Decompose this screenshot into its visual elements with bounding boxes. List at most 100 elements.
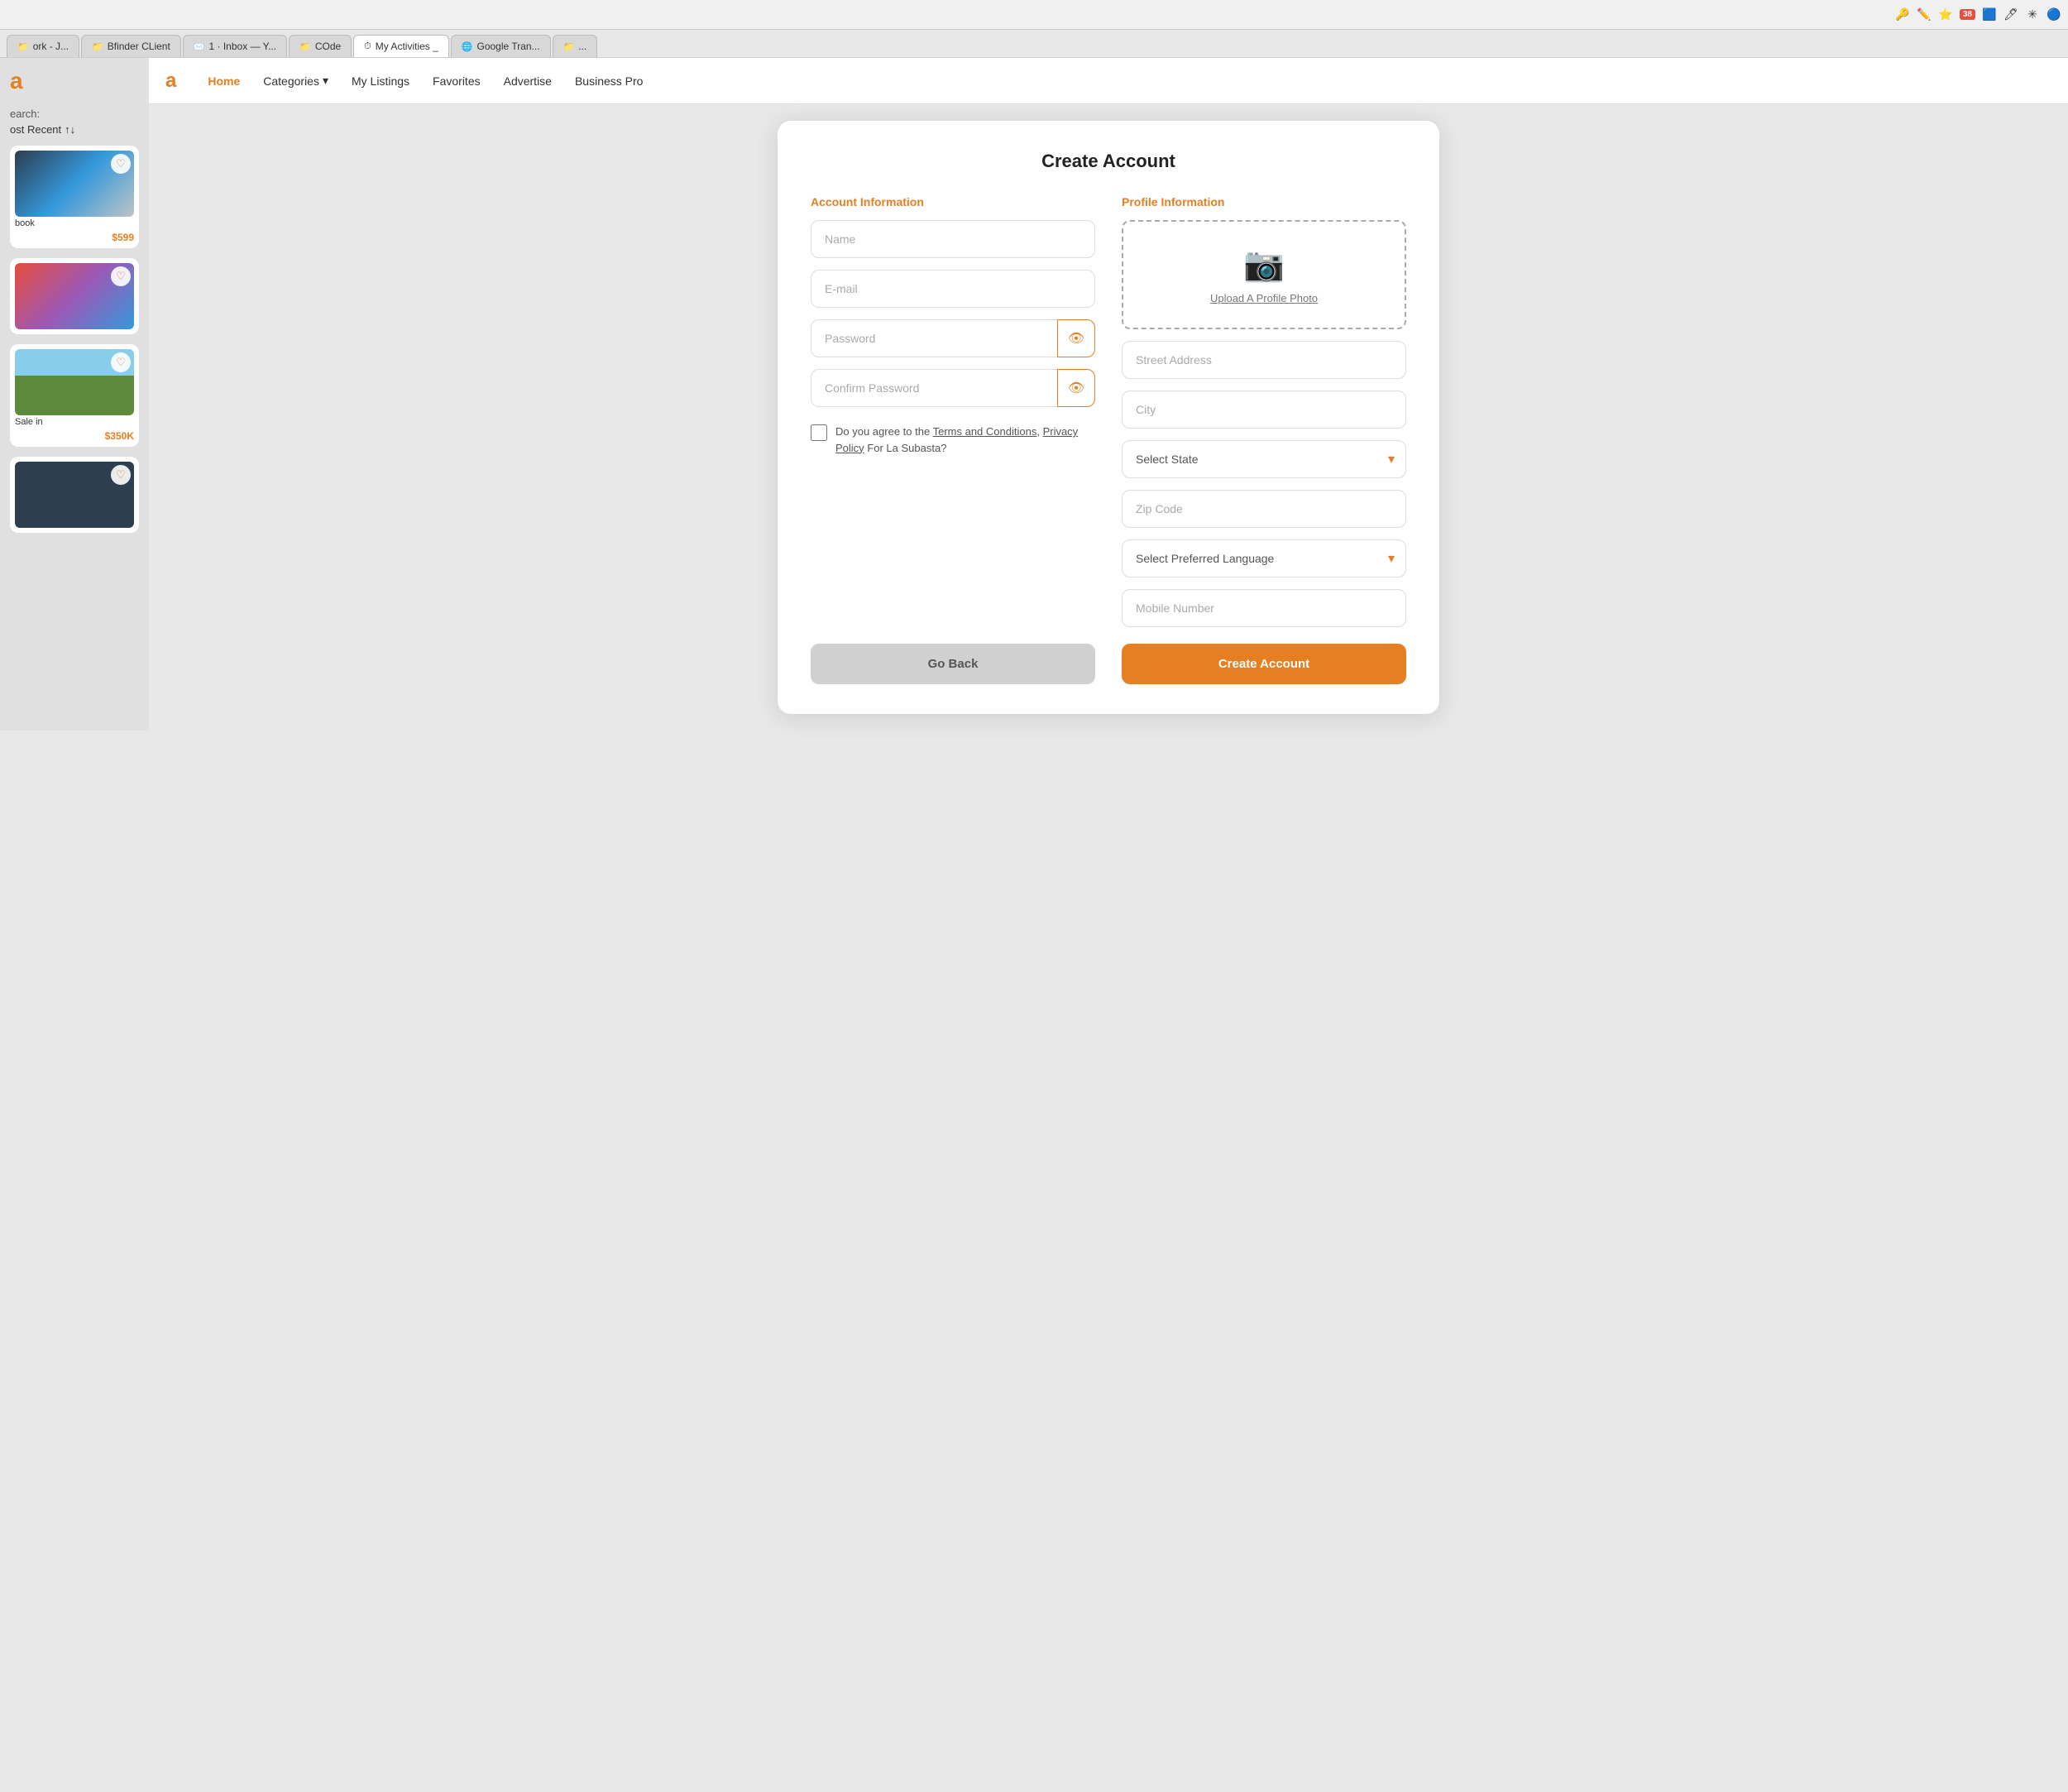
edit-icon[interactable]: ✏️ (1917, 7, 1932, 22)
tab-icon-more: 📁 (563, 41, 575, 52)
card-price-house: $350K (15, 430, 134, 442)
key-icon[interactable]: 🔑 (1895, 7, 1910, 22)
list-item[interactable]: ♡ Sale in $350K (10, 344, 139, 447)
photo-upload-label: Upload A Profile Photo (1210, 292, 1318, 304)
favorite-icon-4[interactable]: ♡ (111, 465, 131, 485)
sort-arrows-icon[interactable]: ↑↓ (65, 123, 75, 136)
browser-icons: 🔑 ✏️ ⭐ 38 🟦 🖊 ✳ 🔵 (1895, 7, 2061, 22)
street-address-field[interactable] (1122, 341, 1406, 379)
tab-label-inbox: 1 · Inbox — Y... (209, 41, 277, 52)
tab-more[interactable]: 📁 ... (553, 35, 598, 57)
nav-label-mylistings: My Listings (352, 74, 409, 88)
language-select-wrapper: Select Preferred Language English Spanis… (1122, 539, 1406, 577)
tab-code[interactable]: 📁 COde (289, 35, 352, 57)
state-select-wrapper: Select State Alabama Alaska Florida New … (1122, 440, 1406, 478)
password-field[interactable] (811, 319, 1095, 357)
sidebar: a earch: ost Recent ↑↓ ♡ book $599 ♡ ♡ (0, 58, 149, 731)
profile-section-title: Profile Information (1122, 195, 1406, 208)
favorite-icon[interactable]: ♡ (111, 154, 131, 174)
card-label-house: Sale in (15, 417, 134, 427)
create-account-modal: Create Account Account Information Profi… (778, 121, 1439, 714)
password-wrapper: 👁 (811, 319, 1095, 357)
list-item[interactable]: ♡ book $599 (10, 146, 139, 248)
nav-label-categories: Categories (263, 74, 319, 88)
pen-icon[interactable]: 🖊 (2003, 7, 2018, 22)
modal-title: Create Account (811, 151, 1406, 172)
tab-ork[interactable]: 📁 ork - J... (7, 35, 79, 57)
nav-item-categories[interactable]: Categories ▾ (263, 70, 328, 91)
asterisk-icon[interactable]: ✳ (2025, 7, 2040, 22)
star-icon[interactable]: ⭐ (1938, 7, 1953, 22)
card-price-laptop: $599 (15, 232, 134, 243)
list-item[interactable]: ♡ (10, 258, 139, 334)
sidebar-sort: ost Recent ↑↓ (10, 123, 139, 136)
confirm-password-field[interactable] (811, 369, 1095, 407)
terms-link[interactable]: Terms and Conditions (933, 425, 1037, 438)
nav-item-home[interactable]: Home (208, 71, 240, 91)
tab-activities[interactable]: ⏱ My Activities _ (353, 35, 449, 58)
go-back-button[interactable]: Go Back (811, 644, 1095, 684)
terms-suffix: For La Subasta? (867, 442, 946, 454)
nav-label-favorites: Favorites (433, 74, 481, 88)
tab-icon-translate: 🌐 (462, 41, 473, 52)
main-navigation: a Home Categories ▾ My Listings Favorite… (149, 58, 2068, 104)
state-select[interactable]: Select State Alabama Alaska Florida New … (1122, 440, 1406, 478)
confirm-password-wrapper: 👁 (811, 369, 1095, 407)
extension-icon-1[interactable]: 🟦 (1982, 7, 1997, 22)
city-field[interactable] (1122, 391, 1406, 429)
tab-icon-ork: 📁 (17, 41, 29, 52)
tab-label-more: ... (578, 41, 586, 52)
mobile-number-field[interactable] (1122, 589, 1406, 627)
tab-label-ork: ork - J... (33, 41, 69, 52)
nav-label-businesspro: Business Pro (575, 74, 643, 88)
camera-icon: 📷 (1243, 245, 1285, 284)
sidebar-logo: a (10, 68, 139, 94)
terms-label: Do you agree to the Terms and Conditions… (835, 424, 1095, 456)
tab-icon-inbox: ✉️ (194, 41, 205, 52)
list-item[interactable]: ♡ (10, 457, 139, 533)
eye-icon-confirm: 👁 (1068, 380, 1084, 396)
main-content: Create Account Account Information Profi… (149, 104, 2068, 731)
tab-label-bfinder: Bfinder CLient (108, 41, 170, 52)
chevron-down-icon: ▾ (323, 74, 328, 88)
account-section-title: Account Information (811, 195, 1095, 208)
nav-item-advertise[interactable]: Advertise (504, 71, 552, 91)
sidebar-search-label: earch: (10, 108, 139, 120)
favorite-icon-3[interactable]: ♡ (111, 352, 131, 372)
nav-label-advertise: Advertise (504, 74, 552, 88)
password-toggle-button[interactable]: 👁 (1057, 319, 1095, 357)
extension-icon-2[interactable]: 🔵 (2046, 7, 2061, 22)
create-account-button[interactable]: Create Account (1122, 644, 1406, 684)
terms-checkbox-wrapper: Do you agree to the Terms and Conditions… (811, 424, 1095, 456)
name-field[interactable] (811, 220, 1095, 258)
tab-label-activities: My Activities _ (376, 41, 438, 52)
tab-icon-bfinder: 📁 (92, 41, 103, 52)
favorite-icon-2[interactable]: ♡ (111, 266, 131, 286)
form-actions: Go Back Create Account (811, 644, 1406, 684)
nav-label-home: Home (208, 74, 240, 88)
tab-label-translate: Google Tran... (477, 41, 540, 52)
tab-bfinder[interactable]: 📁 Bfinder CLient (81, 35, 181, 57)
confirm-password-toggle-button[interactable]: 👁 (1057, 369, 1095, 407)
nav-logo: a (165, 69, 176, 93)
tab-inbox[interactable]: ✉️ 1 · Inbox — Y... (183, 35, 287, 57)
browser-toolbar: 🔑 ✏️ ⭐ 38 🟦 🖊 ✳ 🔵 (0, 0, 2068, 30)
photo-upload-area[interactable]: 📷 Upload A Profile Photo (1122, 220, 1406, 329)
nav-item-businesspro[interactable]: Business Pro (575, 71, 643, 91)
tab-bar: 📁 ork - J... 📁 Bfinder CLient ✉️ 1 · Inb… (0, 30, 2068, 58)
terms-checkbox[interactable] (811, 424, 827, 441)
tab-translate[interactable]: 🌐 Google Tran... (451, 35, 551, 57)
nav-item-mylistings[interactable]: My Listings (352, 71, 409, 91)
tab-icon-code: 📁 (299, 41, 311, 52)
zip-code-field[interactable] (1122, 490, 1406, 528)
language-select[interactable]: Select Preferred Language English Spanis… (1122, 539, 1406, 577)
notification-badge: 38 (1960, 9, 1975, 20)
tab-label-code: COde (315, 41, 341, 52)
nav-item-favorites[interactable]: Favorites (433, 71, 481, 91)
sidebar-sort-label: ost Recent (10, 123, 61, 136)
tab-icon-activities: ⏱ (364, 41, 371, 52)
terms-text: Do you agree to the (835, 425, 930, 438)
eye-icon: 👁 (1068, 330, 1084, 347)
card-label-laptop: book (15, 218, 134, 228)
email-field[interactable] (811, 270, 1095, 308)
